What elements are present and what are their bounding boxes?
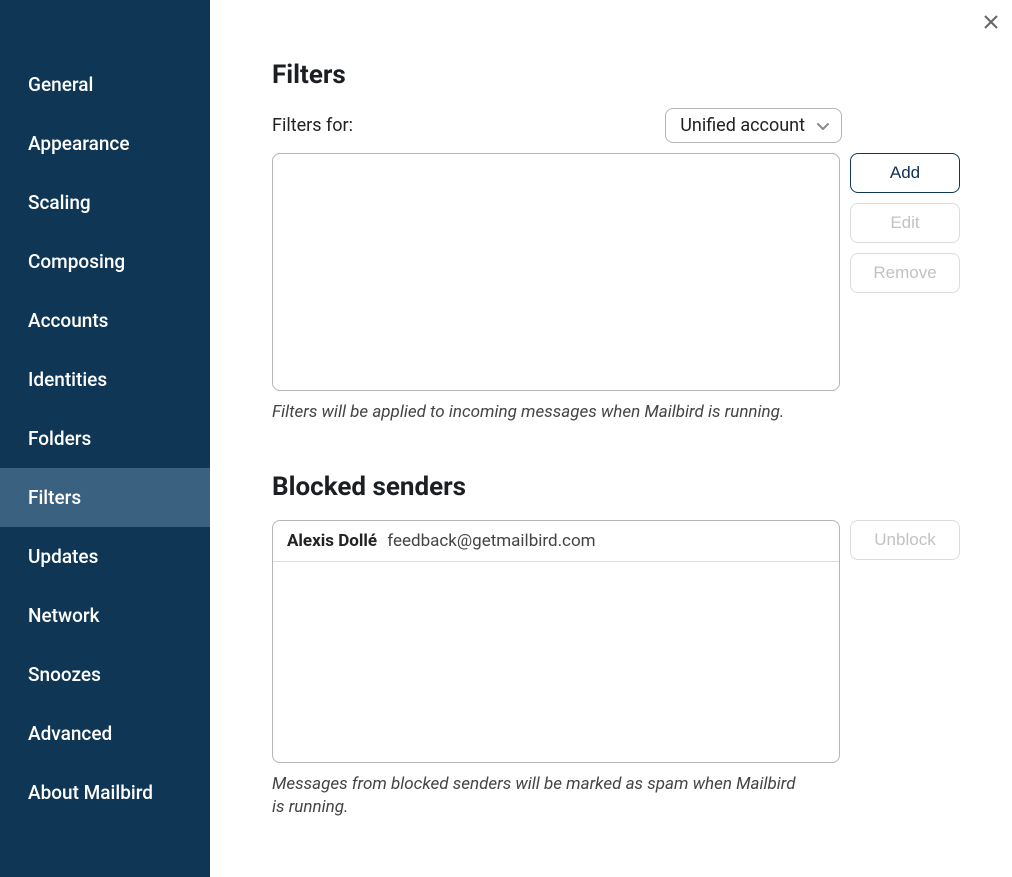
chevron-down-icon [815,118,831,134]
close-button[interactable] [980,10,1002,36]
remove-filter-button[interactable]: Remove [850,253,960,293]
sidebar: General Appearance Scaling Composing Acc… [0,0,210,877]
filters-for-row: Filters for: Unified account [272,108,842,143]
unblock-button[interactable]: Unblock [850,520,960,560]
blocked-sender-name: Alexis Dollé [287,531,377,551]
sidebar-item-label: Composing [28,250,125,273]
settings-window: General Appearance Scaling Composing Acc… [0,0,1012,877]
sidebar-item-label: Scaling [28,191,91,214]
add-filter-button[interactable]: Add [850,153,960,193]
blocked-list[interactable]: Alexis Dollé feedback@getmailbird.com [272,520,840,763]
blocked-row: Alexis Dollé feedback@getmailbird.com Un… [272,520,960,763]
filters-for-label: Filters for: [272,115,353,136]
sidebar-item-snoozes[interactable]: Snoozes [0,645,210,704]
sidebar-item-label: Identities [28,368,107,391]
sidebar-item-label: General [28,73,93,96]
filters-row: Add Edit Remove [272,153,960,391]
sidebar-item-advanced[interactable]: Advanced [0,704,210,763]
blocked-sender-email: feedback@getmailbird.com [387,531,595,551]
sidebar-item-label: Filters [28,486,81,509]
sidebar-item-appearance[interactable]: Appearance [0,114,210,173]
sidebar-item-scaling[interactable]: Scaling [0,173,210,232]
sidebar-item-label: Appearance [28,132,130,155]
sidebar-item-label: Advanced [28,722,112,745]
blocked-sender-row[interactable]: Alexis Dollé feedback@getmailbird.com [273,521,839,562]
blocked-buttons: Unblock [850,520,960,763]
account-select[interactable]: Unified account [665,108,842,143]
sidebar-item-folders[interactable]: Folders [0,409,210,468]
sidebar-item-identities[interactable]: Identities [0,350,210,409]
sidebar-item-label: About Mailbird [28,781,153,804]
sidebar-item-label: Folders [28,427,91,450]
sidebar-item-accounts[interactable]: Accounts [0,291,210,350]
sidebar-item-about[interactable]: About Mailbird [0,763,210,822]
filters-list[interactable] [272,153,840,391]
sidebar-item-label: Accounts [28,309,108,332]
sidebar-item-label: Updates [28,545,98,568]
edit-filter-button[interactable]: Edit [850,203,960,243]
sidebar-item-updates[interactable]: Updates [0,527,210,586]
blocked-note: Messages from blocked senders will be ma… [272,773,802,819]
sidebar-item-label: Network [28,604,100,627]
sidebar-item-filters[interactable]: Filters [0,468,210,527]
close-icon [984,13,998,33]
blocked-title: Blocked senders [272,472,960,502]
account-select-value: Unified account [680,115,805,136]
sidebar-item-composing[interactable]: Composing [0,232,210,291]
sidebar-item-general[interactable]: General [0,55,210,114]
filters-buttons: Add Edit Remove [850,153,960,391]
filters-note: Filters will be applied to incoming mess… [272,401,802,424]
sidebar-item-network[interactable]: Network [0,586,210,645]
filters-title: Filters [272,60,960,90]
content-pane: Filters Filters for: Unified account Add… [210,0,1012,877]
sidebar-item-label: Snoozes [28,663,101,686]
